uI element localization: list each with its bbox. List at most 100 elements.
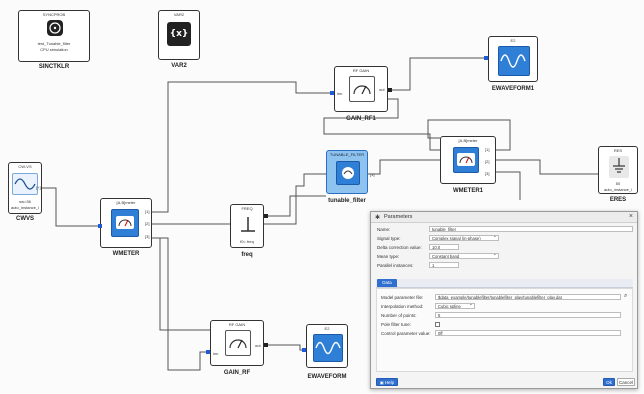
help-label: Help xyxy=(384,380,395,385)
gain-icon xyxy=(349,76,375,102)
cwvs-sub2: auto_instance_l xyxy=(10,205,40,210)
close-icon[interactable]: × xyxy=(629,213,633,220)
res-name: ЕRES xyxy=(609,197,627,203)
wmeter1-port-2: [2] xyxy=(485,159,490,164)
gain-icon xyxy=(225,330,251,356)
search-icon[interactable]: ⌕ xyxy=(624,293,627,300)
wmeter-caption: [A,B]meter xyxy=(116,200,136,205)
gain-rf-block[interactable]: RF GAIN inn out xyxy=(210,320,264,366)
name-field[interactable]: tunable_filter xyxy=(429,226,633,232)
gain-rf1-block[interactable]: RF GAIN inn out xyxy=(334,66,388,112)
freq-sub: f0= freq xyxy=(240,239,254,244)
control-value-field[interactable]: 0ff xyxy=(435,330,621,336)
ewaveform1-in-pin[interactable] xyxy=(484,56,488,60)
field-label: Model parameter file: xyxy=(381,295,424,300)
res-caption: RES xyxy=(613,148,623,153)
constant-icon xyxy=(238,214,258,234)
schematic-canvas[interactable]: SYNCPROB test_Tunable_filter CPU simulat… xyxy=(0,0,644,394)
waveform-icon xyxy=(313,334,343,362)
data-row-pole: Pole filter tune: xyxy=(381,321,629,328)
res-block[interactable]: RES 50 auto_instance_l xyxy=(598,146,638,194)
wire xyxy=(152,81,330,213)
wmeter1-name: WMETER1 xyxy=(453,188,483,194)
help-button[interactable]: ▣ Help xyxy=(376,378,398,386)
gain-rf1-out-pin[interactable] xyxy=(388,88,392,92)
gain-rf-in-pin[interactable] xyxy=(206,350,210,354)
field-label: Mean type: xyxy=(377,254,400,259)
wmeter1-caption: [A,B]meter xyxy=(458,138,478,143)
gain-rf-in: inn xyxy=(213,351,219,356)
gain-rf1-in-pin[interactable] xyxy=(330,91,334,95)
field-row-signal-type: Signal type: Complex signal (in-phase) xyxy=(377,235,635,242)
gain-rf-out-pin[interactable] xyxy=(264,343,268,347)
ewaveform-block[interactable]: E2 xyxy=(306,324,348,368)
model-file-field[interactable]: $data_example/tunablefilter/tunablefilte… xyxy=(435,294,621,300)
ok-button[interactable]: Ok xyxy=(603,378,615,386)
field-label: Interpolation method: xyxy=(381,304,424,309)
mean-type-select[interactable]: Constant band xyxy=(429,253,499,259)
filter-icon xyxy=(336,161,360,185)
gain-rf1-out: out xyxy=(379,87,385,92)
sine-icon xyxy=(12,173,38,195)
ewaveform1-name: EWAVEFORM1 xyxy=(491,86,535,92)
field-label: Signal type: xyxy=(377,236,401,241)
field-label: Delta correction value: xyxy=(377,245,422,250)
field-label: Name: xyxy=(377,227,391,232)
gain-rf1-name: GAIN_RF1 xyxy=(346,116,376,122)
field-label: Control parameter value: xyxy=(381,331,431,336)
wire xyxy=(264,195,326,217)
gain-rf-name: GAIN_RF xyxy=(223,370,251,376)
wire xyxy=(266,344,306,351)
gear-icon: ✱ xyxy=(375,215,381,221)
ewaveform-in-pin[interactable] xyxy=(302,348,306,352)
points-field[interactable]: 5 xyxy=(435,312,621,318)
freq-caption: FREQ xyxy=(241,206,253,211)
interp-select[interactable]: Cubic spline xyxy=(435,303,475,309)
field-row-delta: Delta correction value: 10.0 xyxy=(377,244,635,251)
wmeter-in-pin[interactable] xyxy=(98,224,102,228)
gain-rf1-in: inn xyxy=(337,91,343,96)
wire xyxy=(159,238,210,331)
wmeter1-port-1: [1] xyxy=(485,147,490,152)
field-row-mean-type: Mean type: Constant band xyxy=(377,253,635,260)
freq-out-pin[interactable] xyxy=(264,214,268,218)
cwvs-name: CWVS xyxy=(16,216,34,222)
wire xyxy=(152,237,210,371)
wmeter1-block[interactable]: [A,B]meter [1] [2] [3] xyxy=(440,136,496,184)
cancel-button[interactable]: Cancel xyxy=(617,378,635,386)
sync-caption: SYNCPROB xyxy=(42,12,66,17)
var-block[interactable]: VAR2 {x} xyxy=(158,10,200,60)
tunable-out-port: [1] xyxy=(370,172,375,177)
cwvs-port: [+] xyxy=(36,185,41,190)
wire xyxy=(368,159,440,175)
wire xyxy=(42,187,104,227)
ewaveform1-caption: E2 xyxy=(510,38,516,43)
res-sub2: auto_instance_l xyxy=(603,187,633,192)
meter-icon xyxy=(453,147,479,173)
parameters-dialog[interactable]: ✱ Parameters × Name: tunable_filter Sign… xyxy=(370,211,638,389)
wmeter1-port-3: [3] xyxy=(485,171,490,176)
wmeter-block[interactable]: [A,B]meter [1] [2] [3] xyxy=(100,198,152,248)
steering-wheel-icon xyxy=(47,20,63,36)
sync-block[interactable]: SYNCPROB test_Tunable_filter CPU simulat… xyxy=(18,10,90,62)
waveform-icon xyxy=(498,46,530,76)
data-row-points: Number of points: 5 xyxy=(381,312,629,319)
wire xyxy=(496,159,598,175)
meter-icon xyxy=(111,209,139,237)
dialog-titlebar[interactable]: ✱ Parameters × xyxy=(371,212,637,223)
delta-field[interactable]: 10.0 xyxy=(429,244,459,250)
parallel-field[interactable]: 1 xyxy=(429,262,459,268)
cwvs-caption: CW-VS xyxy=(18,164,32,169)
ewaveform-caption: E2 xyxy=(324,326,330,331)
freq-block[interactable]: FREQ f0= freq xyxy=(230,204,264,248)
tab-data[interactable]: Data xyxy=(377,279,397,287)
wire xyxy=(496,171,521,200)
pole-tune-checkbox[interactable] xyxy=(435,322,440,327)
field-label: Number of points: xyxy=(381,313,417,318)
signal-type-select[interactable]: Complex signal (in-phase) xyxy=(429,235,499,241)
ewaveform1-block[interactable]: E2 xyxy=(488,36,538,82)
var-name: VAR2 xyxy=(171,63,187,69)
tunable-filter-block[interactable]: TUNABLE_FILTER xyxy=(326,150,368,194)
res-sub1: 50 xyxy=(615,181,621,186)
field-label: Parallel instances: xyxy=(377,263,414,268)
